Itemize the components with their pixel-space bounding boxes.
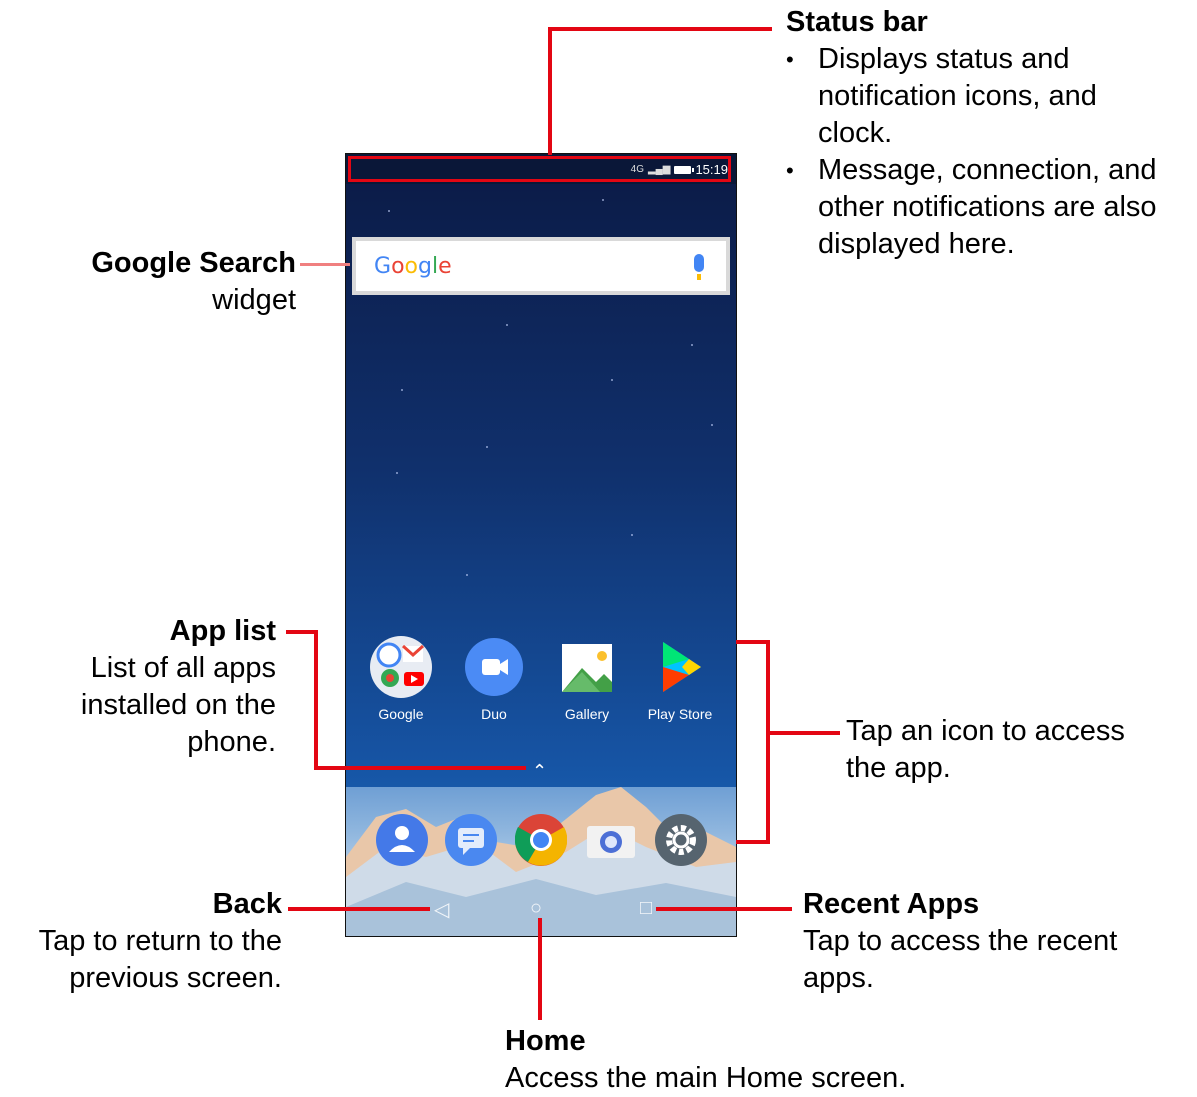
settings-icon[interactable] — [655, 814, 707, 866]
home-icon[interactable]: ○ — [530, 897, 542, 920]
star — [396, 472, 398, 474]
leader-line — [548, 27, 772, 31]
leader-line — [736, 840, 770, 844]
leader-line — [538, 918, 542, 1020]
callout-line: installed on the — [80, 689, 276, 721]
back-icon[interactable]: ◁ — [434, 897, 449, 922]
leader-line — [314, 766, 526, 770]
callout-desc: widget — [212, 284, 296, 316]
leader-line — [548, 27, 552, 155]
microphone-icon[interactable] — [694, 254, 704, 280]
leader-line — [656, 907, 792, 911]
app-label: Duo — [481, 706, 507, 722]
star — [691, 344, 693, 346]
callout-desc: Access the main Home screen. — [505, 1062, 907, 1094]
callout-line: phone. — [187, 726, 276, 758]
home-callout: Home Access the main Home screen. — [505, 1023, 1045, 1097]
callout-line: notification icons, and — [818, 80, 1097, 112]
app-label: Play Store — [647, 706, 713, 722]
callout-line: Tap to return to the — [38, 925, 282, 957]
callout-bullet: • Message, connection, and other notific… — [786, 152, 1191, 263]
leader-line — [736, 640, 770, 644]
callout-title: App list — [169, 615, 276, 647]
callout-bullet: • Displays status and notification icons… — [786, 41, 1191, 152]
google-search-widget[interactable]: Google — [352, 237, 730, 295]
star — [486, 446, 488, 448]
status-bar-callout: Status bar • Displays status and notific… — [786, 4, 1191, 263]
app-label: Gallery — [564, 706, 610, 722]
leader-line — [766, 731, 840, 735]
duo-icon — [463, 636, 525, 698]
app-label: Google — [378, 706, 424, 722]
callout-line: List of all apps — [90, 652, 276, 684]
callout-line: apps. — [803, 962, 874, 994]
recent-apps-callout: Recent Apps Tap to access the recent app… — [803, 886, 1183, 997]
app-duo[interactable]: Duo — [447, 636, 541, 722]
callout-line: Tap an icon to access — [846, 715, 1125, 747]
back-callout: Back Tap to return to the previous scree… — [4, 886, 282, 997]
leader-line — [300, 263, 350, 266]
app-list-chevron-icon[interactable]: ⌃ — [532, 761, 547, 782]
messages-icon[interactable] — [445, 814, 497, 866]
contacts-icon[interactable] — [376, 814, 428, 866]
google-folder-icon — [370, 636, 432, 698]
star — [401, 389, 403, 391]
app-play-store[interactable]: Play Store — [633, 636, 727, 722]
callout-line: previous screen. — [69, 962, 282, 994]
star — [631, 534, 633, 536]
star — [602, 199, 604, 201]
callout-title: Back — [212, 888, 282, 920]
status-bar[interactable]: 4G ▂▄▆ 15:19 — [346, 154, 736, 184]
dock: ◁ ○ □ — [346, 787, 736, 936]
callout-line: other notifications are also — [818, 191, 1157, 223]
phone-screen: 4G ▂▄▆ 15:19 Google Google Duo Gallery P… — [345, 153, 737, 937]
callout-line: Displays status and — [818, 43, 1070, 75]
status-bar-highlight — [348, 156, 731, 182]
callout-line: the app. — [846, 752, 951, 784]
gallery-icon — [556, 636, 618, 698]
google-search-callout: Google Search widget — [20, 245, 296, 319]
tap-icon-callout: Tap an icon to access the app. — [846, 713, 1186, 787]
leader-line — [766, 640, 770, 844]
star — [506, 324, 508, 326]
star — [466, 574, 468, 576]
app-google[interactable]: Google — [354, 636, 448, 722]
star — [388, 210, 390, 212]
camera-icon[interactable] — [585, 814, 637, 866]
app-list-callout: App list List of all apps installed on t… — [20, 613, 276, 761]
callout-line: clock. — [818, 117, 893, 149]
recent-apps-icon[interactable]: □ — [640, 897, 652, 920]
chrome-icon[interactable] — [514, 814, 568, 866]
leader-line — [314, 630, 318, 770]
callout-title: Recent Apps — [803, 888, 980, 920]
star — [711, 424, 713, 426]
callout-line: displayed here. — [818, 228, 1015, 260]
callout-line: Tap to access the recent — [803, 925, 1118, 957]
leader-line — [288, 907, 430, 911]
callout-title: Status bar — [786, 6, 928, 38]
callout-title: Google Search — [91, 247, 296, 279]
app-gallery[interactable]: Gallery — [540, 636, 634, 722]
play-store-icon — [649, 636, 711, 698]
callout-line: Message, connection, and — [818, 154, 1157, 186]
star — [611, 379, 613, 381]
google-logo: Google — [374, 254, 452, 279]
callout-title: Home — [505, 1025, 586, 1057]
